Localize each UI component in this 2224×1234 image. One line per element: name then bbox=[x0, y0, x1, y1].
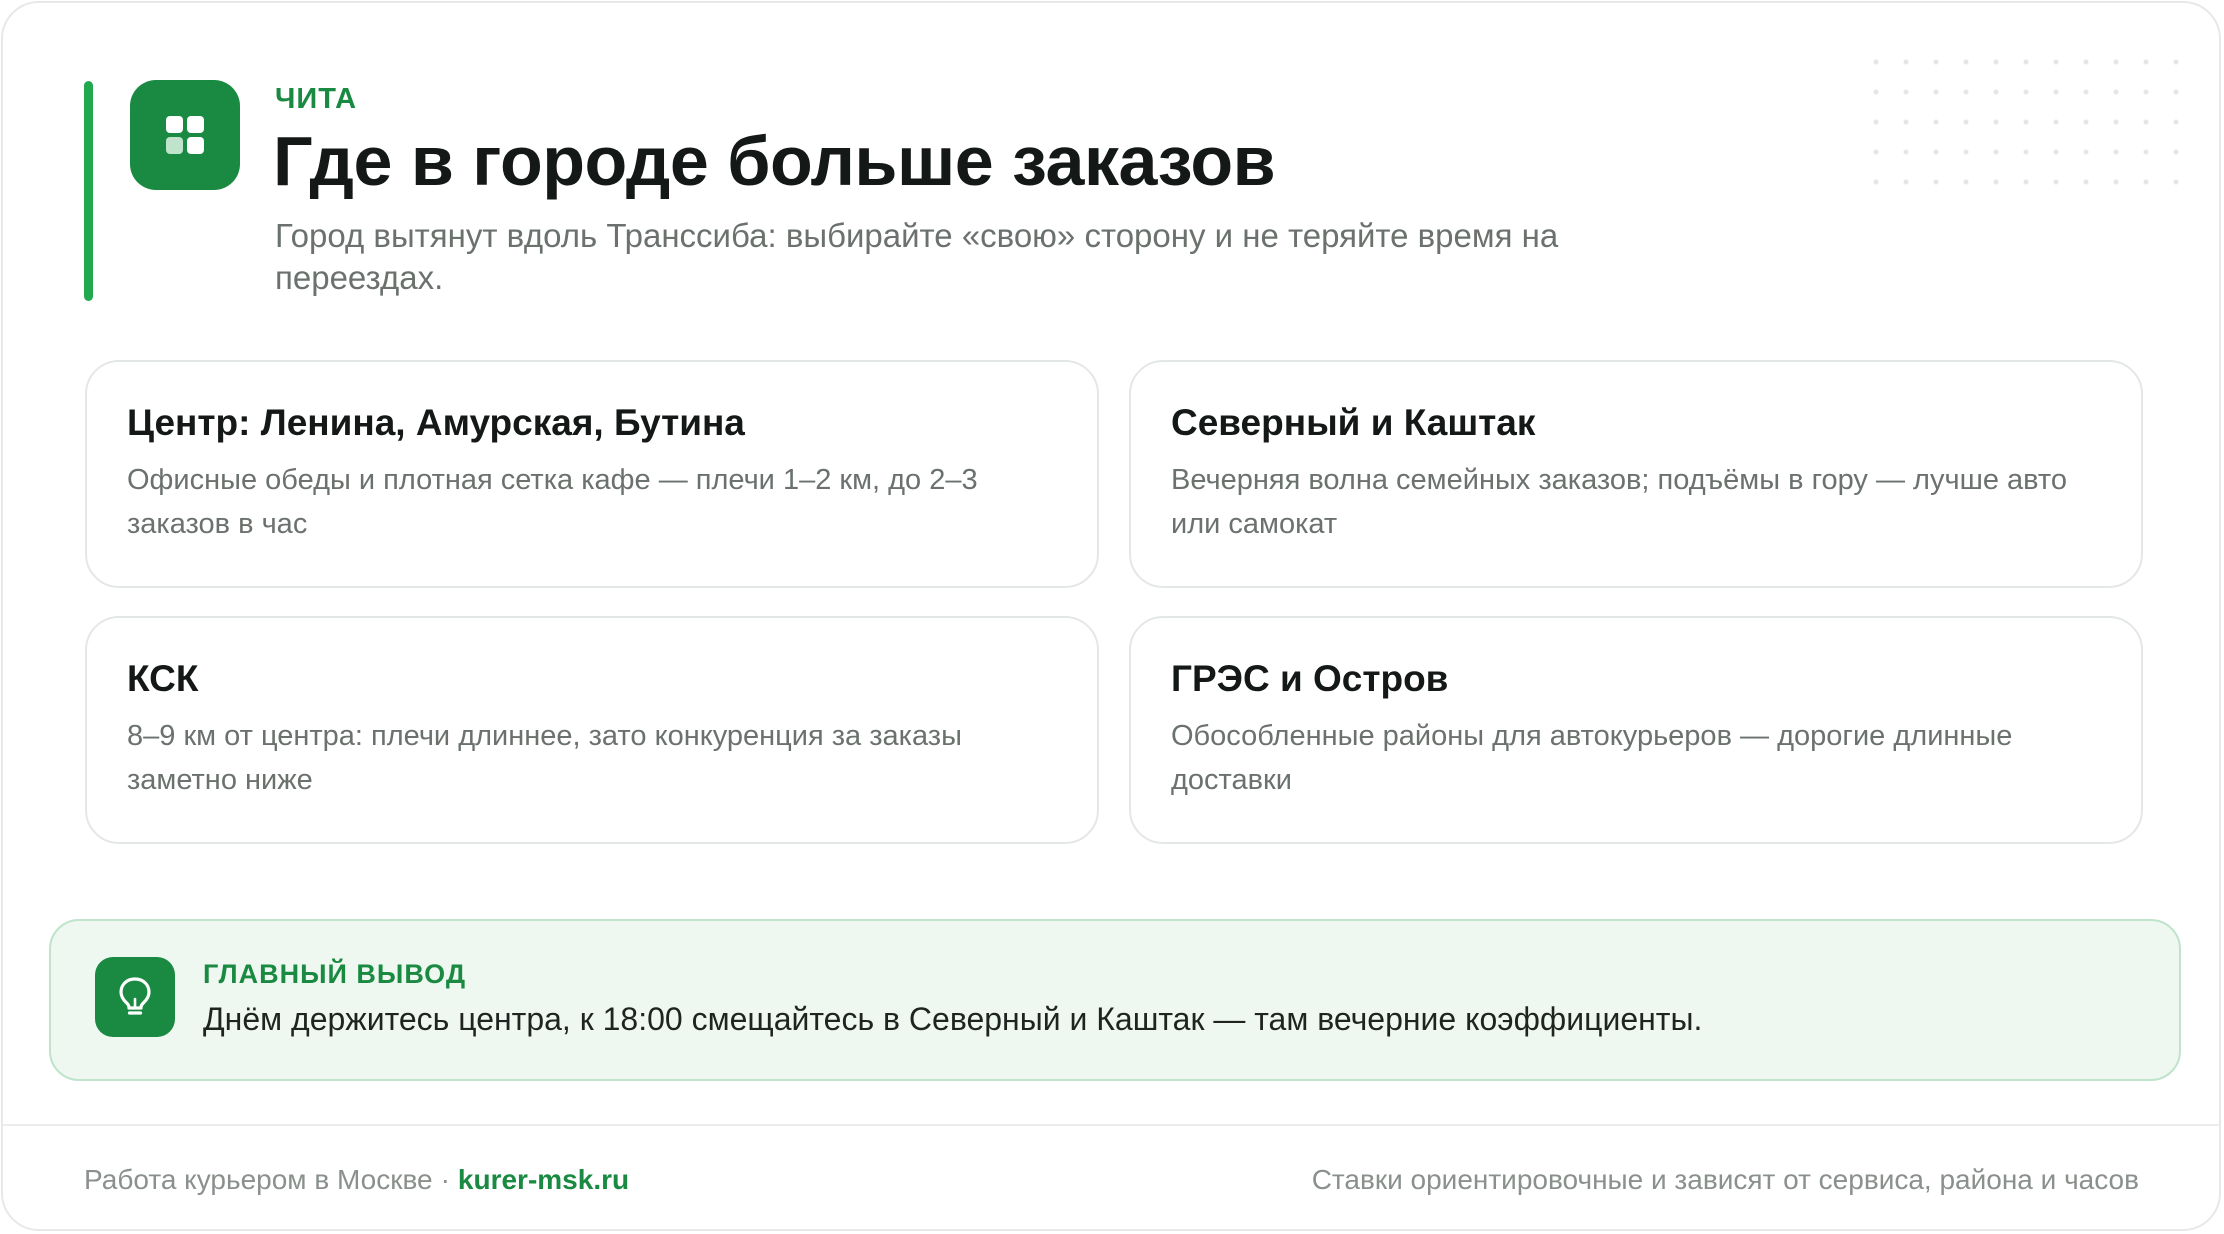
zone-title: Центр: Ленина, Амурская, Бутина bbox=[127, 402, 745, 443]
zone-description: Офисные обеды и плотная сетка кафе — пле… bbox=[127, 464, 978, 540]
page-subtitle: Город вытянут вдоль Транссиба: выбирайте… bbox=[275, 217, 1559, 296]
zone-description: Вечерняя волна семейных заказов; подъёмы… bbox=[1171, 464, 2068, 540]
dot-pattern-decoration bbox=[1861, 47, 2191, 197]
footer-divider bbox=[3, 1124, 2219, 1126]
zone-title: КСК bbox=[127, 658, 199, 699]
zone-card-ksk: КСК 8–9 км от центра: плечи длиннее, зат… bbox=[85, 616, 1099, 844]
zone-card-center: Центр: Ленина, Амурская, Бутина Офисные … bbox=[85, 360, 1099, 588]
zone-card-gres-ostrov: ГРЭС и Остров Обособленные районы для ав… bbox=[1129, 616, 2143, 844]
key-takeaway-box: ГЛАВНЫЙ ВЫВОД Днём держитесь центра, к 1… bbox=[49, 919, 2181, 1081]
city-label: ЧИТА bbox=[275, 83, 358, 115]
zone-card-severny-kashtak: Северный и Каштак Вечерняя волна семейны… bbox=[1129, 360, 2143, 588]
footer-source: Работа курьером в Москве · kurer-msk.ru bbox=[84, 1164, 629, 1196]
zone-title: ГРЭС и Остров bbox=[1171, 658, 1449, 699]
lightbulb-icon bbox=[95, 957, 175, 1037]
zone-description: 8–9 км от центра: плечи длиннее, зато ко… bbox=[127, 720, 962, 796]
zone-description: Обособленные районы для автокурьеров — д… bbox=[1171, 720, 2013, 796]
takeaway-label: ГЛАВНЫЙ ВЫВОД bbox=[203, 959, 467, 989]
footer-site-link[interactable]: kurer-msk.ru bbox=[458, 1164, 629, 1195]
accent-bar bbox=[84, 81, 93, 301]
footer-source-text: Работа курьером в Москве bbox=[84, 1164, 433, 1195]
footer-separator: · bbox=[440, 1164, 450, 1195]
page-title: Где в городе больше заказов bbox=[273, 122, 1276, 200]
zone-title: Северный и Каштак bbox=[1171, 402, 1536, 443]
grid-icon bbox=[130, 80, 240, 190]
footer-disclaimer: Ставки ориентировочные и зависят от серв… bbox=[1311, 1164, 2139, 1195]
takeaway-text: Днём держитесь центра, к 18:00 смещайтес… bbox=[203, 1001, 1703, 1037]
infographic-card: ЧИТА Где в городе больше заказов Город в… bbox=[1, 1, 2221, 1231]
